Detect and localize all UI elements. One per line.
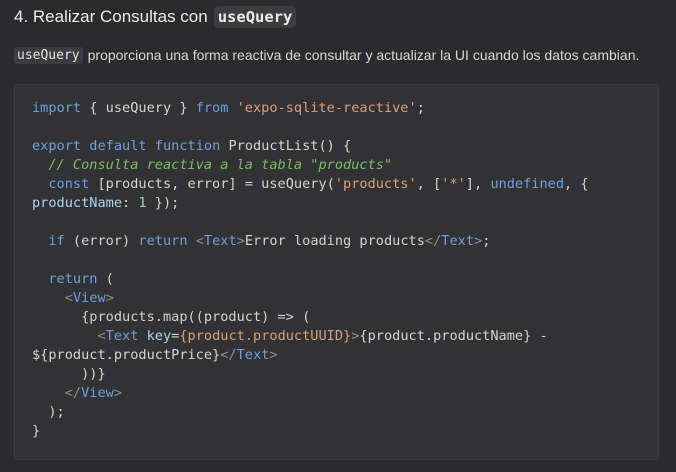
code-token-tag: View	[72, 290, 106, 306]
code-line: import { useQuery } from 'expo-sqlite-re…	[32, 99, 589, 118]
code-token-expr: {product.productUUID}	[179, 328, 352, 344]
code-token-string: 'expo-sqlite-reactive'	[236, 100, 417, 116]
code-token-bracket: </	[64, 385, 82, 401]
code-token-bracket: <	[97, 328, 106, 344]
code-token-comment: // Consulta reactiva a la tabla "product…	[48, 157, 393, 173]
code-line: const [products, error] = useQuery('prod…	[32, 175, 589, 194]
section-heading-text: 4. Realizar Consultas con	[14, 7, 208, 26]
intro-paragraph: useQuery proporciona una forma reactiva …	[14, 44, 639, 66]
code-token-plain: ],	[465, 176, 491, 192]
code-line: <Text key={product.productUUID}>{product…	[32, 327, 589, 346]
code-block[interactable]: import { useQuery } from 'expo-sqlite-re…	[14, 84, 659, 460]
code-token-bracket: >	[269, 347, 278, 363]
code-token-keyword: function	[154, 138, 221, 154]
code-token-tag: View	[81, 385, 114, 401]
code-token-plain: ))}	[32, 366, 106, 382]
code-line: </View>	[32, 384, 589, 403]
code-token-plain: ;	[482, 233, 491, 249]
code-token-bracket: >	[236, 233, 245, 249]
code-token-keyword: default	[89, 138, 147, 154]
code-token-plain: {products.map((product) => (	[32, 309, 311, 325]
code-token-plain: }	[32, 423, 41, 439]
code-token-bracket: >	[113, 385, 123, 401]
code-token-keyword: import	[32, 100, 82, 116]
code-token-tag: Text	[441, 233, 475, 249]
code-line: ))}	[32, 365, 589, 384]
code-token-plain: [products, error] = useQuery(	[89, 176, 335, 192]
intro-text: proporciona una forma reactiva de consul…	[87, 47, 640, 63]
code-token-attr: key	[146, 328, 172, 344]
code-token-keyword: const	[48, 176, 90, 192]
code-token-plain: :	[122, 195, 139, 211]
code-token-plain: , {	[564, 176, 589, 192]
code-token-tag: Text	[203, 233, 237, 249]
code-line: );	[32, 403, 589, 422]
code-line: <View>	[32, 289, 589, 308]
code-token-plain: , [	[416, 176, 442, 192]
code-token-plain: (	[97, 271, 114, 287]
code-token-string: '*'	[441, 176, 466, 192]
code-token-tag: Text	[105, 328, 139, 344]
code-token-prop: productName	[32, 195, 123, 211]
code-token-bracket: <	[195, 233, 204, 249]
code-token-plain: {product.productName} -	[359, 328, 548, 344]
code-token-keyword: return	[48, 271, 98, 287]
code-token-plain: ${product.productPrice}	[32, 347, 221, 363]
code-token-plain: );	[32, 404, 65, 420]
code-token-plain: { useQuery }	[81, 100, 196, 116]
code-token-plain: Error loading products	[244, 233, 425, 249]
code-token-bracket: </	[424, 233, 442, 249]
code-token-bracket: <	[64, 290, 73, 306]
section-heading: 4. Realizar Consultas con useQuery	[14, 4, 297, 30]
code-token-keyword: undefined	[490, 176, 565, 192]
intro-inline-code: useQuery	[14, 46, 83, 64]
code-line: productName: 1 });	[32, 194, 589, 213]
code-token-plain: });	[146, 195, 180, 211]
code-token-keyword: if	[48, 233, 65, 249]
code-line: export default function ProductList() {	[32, 137, 589, 156]
section-heading-code: useQuery	[213, 6, 297, 28]
code-token-tag: Text	[236, 347, 270, 363]
code-lines: import { useQuery } from 'expo-sqlite-re…	[32, 99, 589, 441]
code-token-keyword: export	[32, 138, 82, 154]
code-token-bracket: >	[105, 290, 114, 306]
code-token-plain: ;	[416, 100, 425, 116]
code-line: {products.map((product) => (	[32, 308, 589, 327]
code-token-keyword: return	[138, 233, 188, 249]
code-token-number: 1	[138, 195, 147, 211]
code-token-plain: ProductList() {	[220, 138, 352, 154]
code-line: }	[32, 422, 589, 441]
code-token-string: 'products'	[334, 176, 417, 192]
code-token-bracket: </	[220, 347, 237, 363]
code-token-plain: (error)	[64, 233, 139, 249]
code-line: ${product.productPrice}</Text>	[32, 346, 589, 365]
code-line: return (	[32, 270, 589, 289]
code-token-keyword: from	[195, 100, 229, 116]
code-line: // Consulta reactiva a la tabla "product…	[32, 156, 589, 175]
code-token-bracket: >	[474, 233, 483, 249]
code-line: if (error) return <Text>Error loading pr…	[32, 232, 589, 251]
